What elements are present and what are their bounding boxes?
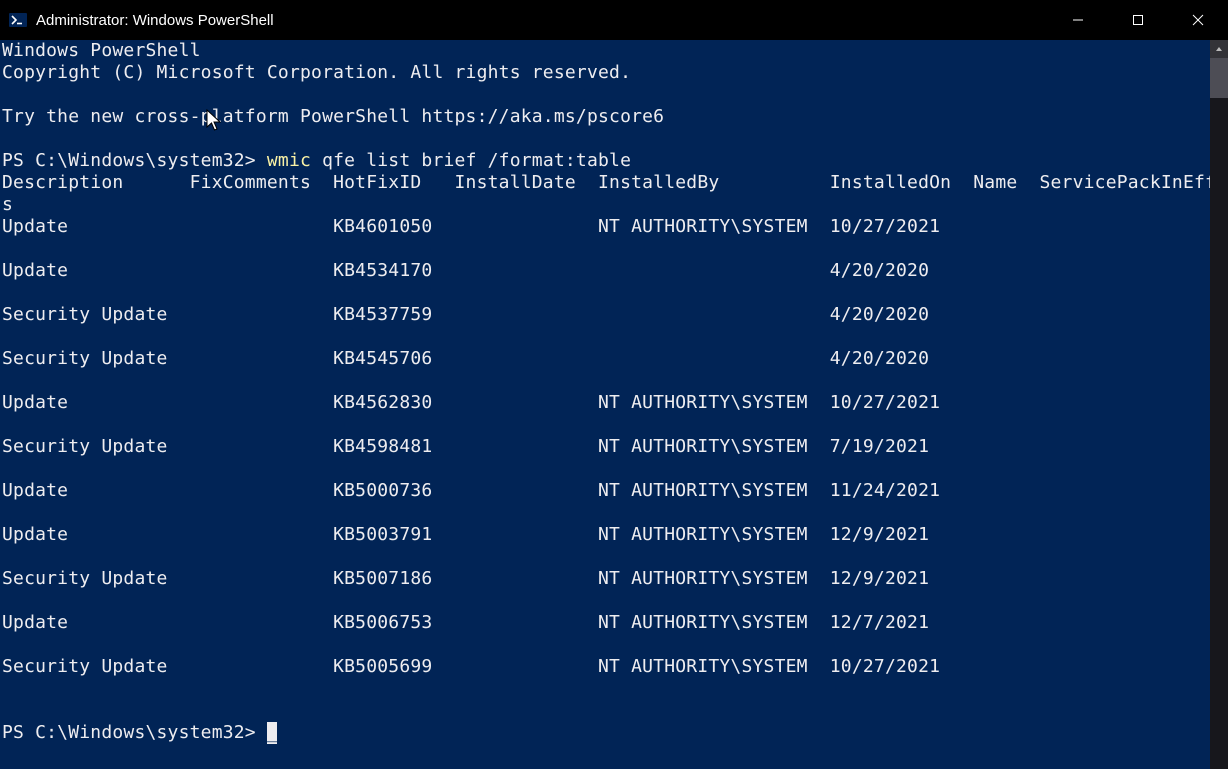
- table-row: Update KB5003791 NT AUTHORITY\SYSTEM 12/…: [2, 524, 1210, 545]
- table-row: Security Update KB4545706 4/20/2020: [2, 348, 1210, 369]
- powershell-icon: [8, 10, 28, 30]
- command-rest: qfe list brief /format:table: [311, 150, 631, 171]
- table-header-wrap: s: [2, 194, 13, 215]
- maximize-button[interactable]: [1108, 0, 1168, 40]
- table-row: Security Update KB4598481 NT AUTHORITY\S…: [2, 436, 1210, 457]
- intro-line: Windows PowerShell: [2, 40, 201, 61]
- window-title: Administrator: Windows PowerShell: [36, 12, 1048, 29]
- table-row: Update KB4534170 4/20/2020: [2, 260, 1210, 281]
- terminal-output[interactable]: Windows PowerShell Copyright (C) Microso…: [0, 40, 1210, 769]
- scrollbar-track[interactable]: [1210, 40, 1228, 769]
- prompt: PS C:\Windows\system32>: [2, 722, 267, 743]
- input-caret[interactable]: _: [267, 722, 277, 744]
- prompt: PS C:\Windows\system32>: [2, 150, 267, 171]
- minimize-button[interactable]: [1048, 0, 1108, 40]
- table-row: Update KB5006753 NT AUTHORITY\SYSTEM 12/…: [2, 612, 1210, 633]
- scrollbar-thumb[interactable]: [1210, 58, 1228, 98]
- table-header: Description FixComments HotFixID Install…: [2, 172, 1210, 193]
- table-row: Update KB4601050 NT AUTHORITY\SYSTEM 10/…: [2, 216, 1210, 237]
- close-button[interactable]: [1168, 0, 1228, 40]
- table-row: Security Update KB5007186 NT AUTHORITY\S…: [2, 568, 1210, 589]
- titlebar[interactable]: Administrator: Windows PowerShell: [0, 0, 1228, 40]
- scrollbar-arrow-up-icon[interactable]: [1210, 40, 1228, 58]
- intro-line: Copyright (C) Microsoft Corporation. All…: [2, 62, 631, 83]
- intro-line: Try the new cross-platform PowerShell ht…: [2, 106, 664, 127]
- table-row: Update KB5000736 NT AUTHORITY\SYSTEM 11/…: [2, 480, 1210, 501]
- table-row: Update KB4562830 NT AUTHORITY\SYSTEM 10/…: [2, 392, 1210, 413]
- table-row: Security Update KB5005699 NT AUTHORITY\S…: [2, 656, 1210, 677]
- table-row: Security Update KB4537759 4/20/2020: [2, 304, 1210, 325]
- command-highlight: wmic: [267, 150, 311, 171]
